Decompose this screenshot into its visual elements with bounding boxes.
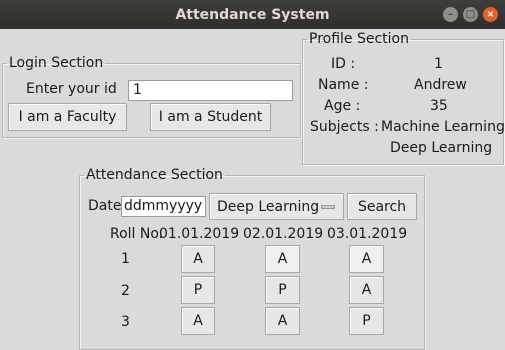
profile-subject-item: Machine Learning bbox=[381, 119, 505, 135]
login-section-legend: Login Section bbox=[9, 55, 104, 71]
profile-subject-item: Deep Learning bbox=[390, 140, 493, 156]
attendance-mark-button[interactable]: P bbox=[181, 276, 215, 304]
attendance-mark-button[interactable]: P bbox=[265, 276, 300, 304]
profile-section-legend: Profile Section bbox=[309, 31, 409, 47]
title-bar: Attendance System – □ × bbox=[0, 0, 505, 29]
attendance-mark-button[interactable]: A bbox=[349, 245, 384, 273]
search-button[interactable]: Search bbox=[347, 193, 417, 220]
roll-number: 2 bbox=[121, 283, 130, 299]
maximize-icon[interactable]: □ bbox=[463, 7, 478, 22]
attendance-section-legend: Attendance Section bbox=[86, 167, 223, 183]
subject-dropdown[interactable]: Deep Learning bbox=[209, 193, 344, 220]
profile-subjects-label: Subjects : bbox=[310, 119, 379, 135]
subject-dropdown-value: Deep Learning bbox=[217, 198, 320, 215]
column-header: 01.01.2019 bbox=[159, 226, 240, 242]
profile-id-label: ID : bbox=[331, 56, 356, 72]
attendance-mark-button[interactable]: A bbox=[181, 307, 215, 335]
roll-number: 1 bbox=[121, 251, 130, 267]
profile-name-label: Name : bbox=[318, 77, 369, 93]
profile-name-value: Andrew bbox=[414, 77, 467, 93]
attendance-mark-button[interactable]: A bbox=[265, 245, 300, 273]
dropdown-arrow-icon bbox=[321, 205, 335, 209]
date-input[interactable]: ddmmyyyy bbox=[121, 196, 206, 217]
roll-number: 3 bbox=[121, 314, 130, 330]
column-header: Roll No. bbox=[110, 226, 164, 242]
profile-id-value: 1 bbox=[434, 56, 443, 72]
id-label: Enter your id bbox=[26, 81, 117, 97]
window-title: Attendance System bbox=[175, 6, 330, 23]
attendance-mark-button[interactable]: A bbox=[181, 245, 215, 273]
profile-age-value: 35 bbox=[430, 98, 448, 114]
profile-age-label: Age : bbox=[324, 98, 361, 114]
column-header: 03.01.2019 bbox=[327, 226, 408, 242]
date-label: Date bbox=[88, 198, 122, 214]
faculty-button[interactable]: I am a Faculty bbox=[8, 103, 127, 131]
attendance-mark-button[interactable]: P bbox=[349, 307, 384, 335]
close-icon[interactable]: × bbox=[483, 7, 498, 22]
attendance-mark-button[interactable]: A bbox=[349, 276, 384, 304]
id-input[interactable]: 1 bbox=[128, 80, 293, 101]
attendance-mark-button[interactable]: A bbox=[265, 307, 300, 335]
column-header: 02.01.2019 bbox=[243, 226, 324, 242]
minimize-icon[interactable]: – bbox=[443, 7, 458, 22]
student-button[interactable]: I am a Student bbox=[150, 103, 271, 131]
